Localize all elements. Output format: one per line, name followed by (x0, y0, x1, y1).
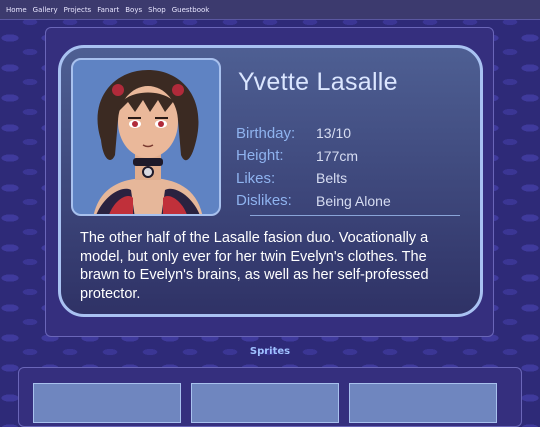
character-facts: Birthday: 13/10 Height: 177cm Likes: Bel… (236, 122, 391, 212)
top-nav: Home Gallery Projects Fanart Boys Shop G… (0, 0, 540, 20)
character-description: The other half of the Lasalle fasion duo… (80, 230, 429, 302)
fact-value: Belts (316, 170, 348, 187)
portrait-illustration (93, 70, 203, 214)
sprites-heading: Sprites (249, 346, 291, 357)
character-name: Yvette Lasalle (238, 68, 398, 96)
character-portrait (71, 58, 221, 216)
fact-label: Birthday: (236, 124, 296, 142)
sprite-thumbnail[interactable] (33, 383, 181, 423)
nav-guestbook[interactable]: Guestbook (172, 6, 210, 14)
fact-value: Being Alone (316, 192, 391, 209)
fact-value: 177cm (316, 147, 359, 164)
fact-label: Dislikes: (236, 192, 292, 210)
nav-shop[interactable]: Shop (148, 6, 166, 14)
fact-value: 13/10 (316, 125, 352, 142)
sprite-thumbnail[interactable] (191, 383, 339, 423)
fact-label: Likes: (236, 169, 276, 187)
sprite-thumbnail[interactable] (349, 383, 497, 423)
fact-birthday: Birthday: 13/10 (236, 122, 391, 145)
divider (250, 215, 460, 216)
fact-dislikes: Dislikes: Being Alone (236, 190, 391, 213)
fact-label: Height: (236, 147, 284, 165)
fact-likes: Likes: Belts (236, 167, 391, 190)
nav-boys[interactable]: Boys (125, 6, 142, 14)
nav-home[interactable]: Home (6, 6, 27, 14)
nav-projects[interactable]: Projects (64, 6, 92, 14)
nav-gallery[interactable]: Gallery (33, 6, 58, 14)
fact-height: Height: 177cm (236, 145, 391, 168)
nav-fanart[interactable]: Fanart (97, 6, 119, 14)
